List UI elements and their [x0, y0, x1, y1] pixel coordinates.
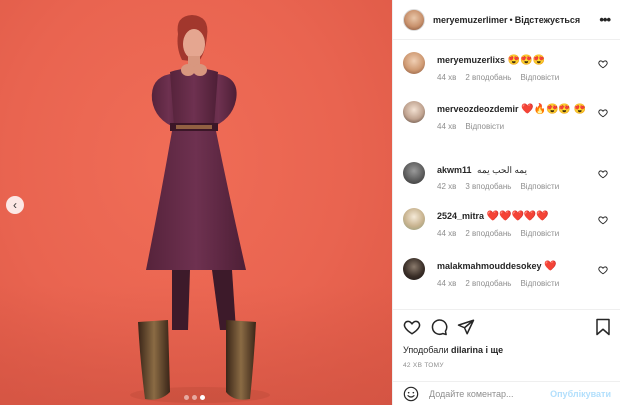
comments-list: meryemuzerlixs 😍😍😍 44 хв 2 вподобань Від… — [393, 41, 620, 310]
commenter-avatar[interactable] — [403, 208, 425, 230]
comment-username[interactable]: 2524_mitra — [437, 211, 484, 221]
comment-text: malakmahmouddesokey ❤️ — [437, 260, 597, 273]
likes-summary: Уподобали dilarina і ще — [403, 345, 611, 355]
post-header: meryemuzerlimer • Відстежується ••• — [393, 0, 620, 40]
like-comment-heart-icon[interactable] — [598, 265, 608, 275]
previous-slide-button[interactable]: ‹ — [6, 196, 24, 214]
more-horizontal-icon[interactable]: ••• — [599, 12, 611, 27]
comment-meta: 44 хв 2 вподобань Відповісти — [437, 229, 597, 238]
comment-content: 😍😍😍 — [507, 55, 545, 66]
comment-item: 2524_mitra ❤️❤️❤️❤️❤️ 44 хв 2 вподобань … — [393, 197, 620, 247]
comment-likes[interactable]: 2 вподобань — [465, 73, 511, 82]
comment-likes[interactable]: 3 вподобань — [465, 182, 511, 191]
author-avatar[interactable] — [403, 8, 425, 31]
reply-button[interactable]: Відповісти — [520, 279, 559, 288]
header-separator: • — [509, 14, 513, 25]
comment-username[interactable]: meryemuzerlixs — [437, 55, 505, 65]
comment-time: 44 хв — [437, 229, 457, 238]
comment-text: meryemuzerlixs 😍😍😍 — [437, 54, 597, 67]
comment-content: ❤️🔥😍😍 😍 — [521, 104, 587, 115]
comment-bubble-icon[interactable] — [430, 318, 448, 336]
comment-content: يمه الحب يمه — [477, 165, 528, 175]
post-photo[interactable]: ‹ — [0, 0, 392, 405]
action-icons-row — [403, 310, 611, 344]
reply-button[interactable]: Відповісти — [520, 182, 559, 191]
add-comment-bar: Опублікувати — [393, 381, 620, 405]
liked-by-user[interactable]: dilarina — [451, 345, 483, 355]
comment-item: merveozdeozdemir ❤️🔥😍😍 😍 44 хв Відповіст… — [393, 90, 620, 151]
model-figure — [130, 15, 270, 403]
comment-username[interactable]: merveozdeozdemir — [437, 104, 519, 114]
reply-button[interactable]: Відповісти — [520, 229, 559, 238]
post-side-panel: meryemuzerlimer • Відстежується ••• mery… — [392, 0, 620, 405]
comment-text: merveozdeozdemir ❤️🔥😍😍 😍 — [437, 103, 597, 116]
comment-content: ❤️ — [544, 261, 557, 272]
emoji-smiley-icon[interactable] — [403, 386, 419, 402]
commenter-avatar[interactable] — [403, 162, 425, 184]
comment-time: 42 хв — [437, 182, 457, 191]
comment-username[interactable]: akwm11 — [437, 165, 472, 175]
comment-item: meryemuzerlixs 😍😍😍 44 хв 2 вподобань Від… — [393, 41, 620, 90]
comment-meta: 44 хв Відповісти — [437, 122, 597, 131]
commenter-avatar[interactable] — [403, 52, 425, 74]
reply-button[interactable]: Відповісти — [465, 122, 504, 131]
comment-username[interactable]: malakmahmouddesokey — [437, 261, 542, 271]
post-actions: Уподобали dilarina і ще 42 ХВ ТОМУ — [393, 309, 620, 369]
comment-time: 44 хв — [437, 73, 457, 82]
comment-time: 44 хв — [437, 122, 457, 131]
comment-likes[interactable]: 2 вподобань — [465, 229, 511, 238]
save-bookmark-icon[interactable] — [595, 318, 611, 336]
author-username[interactable]: meryemuzerlimer — [433, 15, 508, 25]
like-heart-icon[interactable] — [403, 318, 421, 336]
share-paper-plane-icon[interactable] — [457, 318, 475, 336]
like-comment-heart-icon[interactable] — [598, 169, 608, 179]
comment-input[interactable] — [429, 388, 551, 399]
like-comment-heart-icon[interactable] — [598, 59, 608, 69]
comment-meta: 42 хв 3 вподобань Відповісти — [437, 182, 597, 191]
publish-button[interactable]: Опублікувати — [550, 389, 611, 399]
comment-likes[interactable]: 2 вподобань — [465, 279, 511, 288]
follow-status-button[interactable]: Відстежується — [515, 15, 580, 25]
commenter-avatar[interactable] — [403, 258, 425, 280]
comment-text: 2524_mitra ❤️❤️❤️❤️❤️ — [437, 210, 597, 223]
comment-item: akwm11 يمه الحب يمه 42 хв 3 вподобань Ві… — [393, 151, 620, 197]
comment-time: 44 хв — [437, 279, 457, 288]
comment-item: malakmahmouddesokey ❤️ 44 хв 2 вподобань… — [393, 247, 620, 297]
comment-content: ❤️❤️❤️❤️❤️ — [486, 211, 549, 222]
commenter-avatar[interactable] — [403, 101, 425, 123]
carousel-dots — [184, 395, 205, 400]
carousel-dot — [192, 395, 197, 400]
post-timestamp: 42 ХВ ТОМУ — [403, 362, 444, 369]
comment-meta: 44 хв 2 вподобань Відповісти — [437, 279, 597, 288]
like-comment-heart-icon[interactable] — [598, 215, 608, 225]
carousel-dot-active — [200, 395, 205, 400]
likes-prefix: Уподобали — [403, 345, 449, 355]
carousel-dot — [184, 395, 189, 400]
comment-meta: 44 хв 2 вподобань Відповісти — [437, 73, 597, 82]
reply-button[interactable]: Відповісти — [520, 73, 559, 82]
likes-others-link[interactable]: і ще — [486, 345, 504, 355]
comment-text: akwm11 يمه الحب يمه — [437, 164, 597, 176]
like-comment-heart-icon[interactable] — [598, 108, 608, 118]
